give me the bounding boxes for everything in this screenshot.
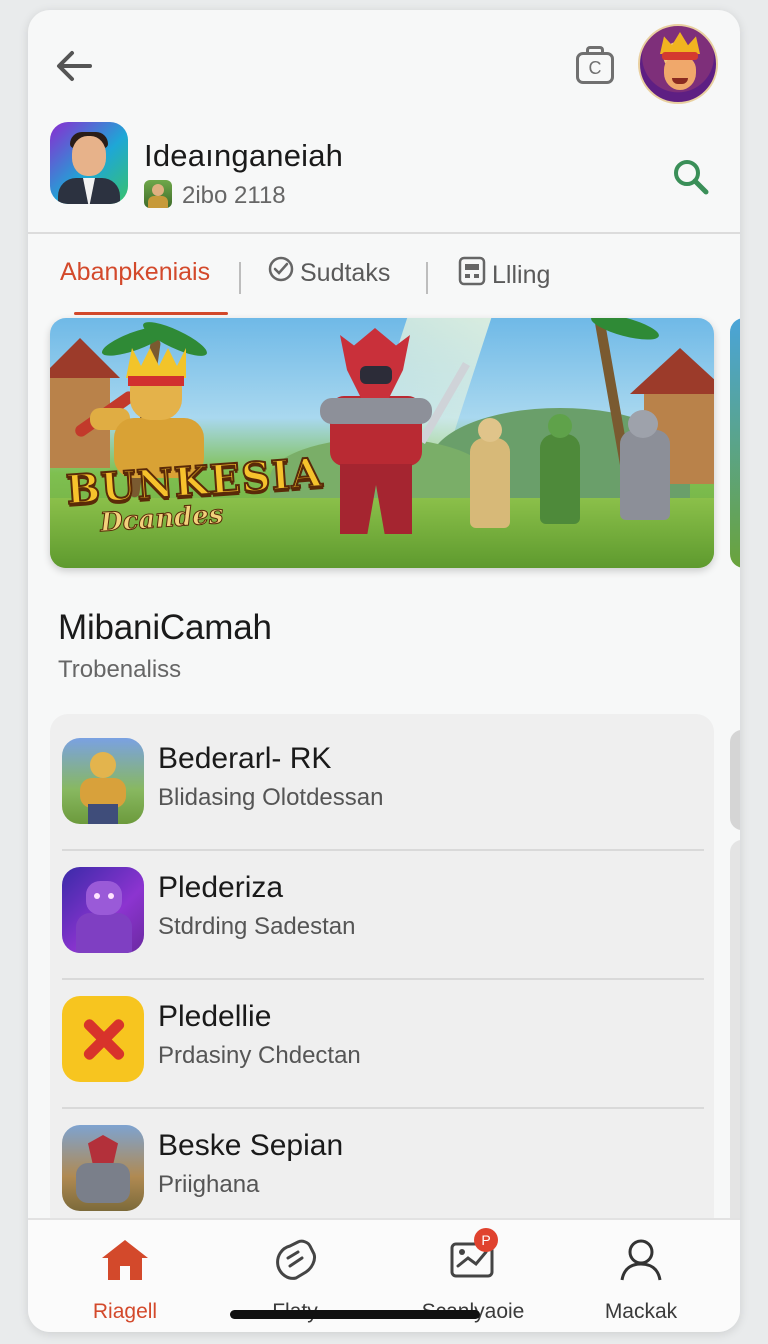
list-item[interactable]: Bederarl- RK Blidasing Olotdessan	[50, 722, 714, 851]
sand-warrior-character	[470, 418, 510, 528]
app-avatar	[50, 122, 128, 204]
next-card-peek	[730, 840, 740, 1230]
close-x-icon	[62, 996, 144, 1082]
check-circle-icon	[268, 256, 294, 289]
tab-bar: Abanpkeniais Sudtaks Llling	[28, 250, 740, 320]
tablet-icon	[458, 256, 486, 293]
nav-mackak[interactable]: Mackak	[552, 1220, 730, 1332]
camera-icon[interactable]: C	[572, 44, 616, 90]
list-item[interactable]: Pledellie Prdasiny Chdectan	[50, 980, 714, 1109]
tab-label: Llling	[492, 261, 551, 290]
hand-icon	[268, 1236, 322, 1284]
tab-separator	[426, 262, 428, 294]
list-item-subtitle: Blidasing Olotdessan	[158, 784, 384, 811]
tab-llling[interactable]: Llling	[458, 256, 551, 295]
camera-glyph: C	[588, 58, 602, 78]
list-item-subtitle: Prdasiny Chdectan	[158, 1042, 361, 1069]
nav-home[interactable]: Riagell	[36, 1220, 214, 1332]
green-warrior-character	[540, 414, 580, 524]
grey-knight-character	[620, 410, 670, 520]
home-indicator[interactable]	[230, 1310, 480, 1319]
next-banner-peek[interactable]	[730, 318, 740, 568]
home-icon	[98, 1236, 152, 1284]
profile-sub-text: 2ibo 2118	[182, 182, 286, 209]
list-item[interactable]: Beske Sepian Priighana	[50, 1109, 714, 1234]
list-item-title: Bederarl- RK	[158, 742, 332, 775]
back-arrow-icon[interactable]	[52, 46, 96, 86]
active-tab-indicator	[74, 312, 228, 315]
search-icon[interactable]	[672, 158, 710, 196]
header-divider	[28, 232, 740, 234]
tab-separator	[239, 262, 241, 294]
tab-sudtaks[interactable]: Sudtaks	[268, 256, 391, 291]
game-list: Bederarl- RK Blidasing Olotdessan Pleder…	[50, 714, 714, 1234]
section-subtitle: Trobenaliss	[58, 656, 182, 683]
nav-label: Mackak	[604, 1300, 678, 1323]
app-screen: C Ideaınganeiah 2ibo 2118 Abanpkeniais S…	[28, 10, 740, 1332]
person-icon	[614, 1236, 668, 1284]
user-avatar[interactable]	[638, 24, 718, 104]
game-icon	[62, 867, 144, 953]
nav-label: Riagell	[92, 1300, 158, 1323]
list-item-subtitle: Priighana	[158, 1171, 260, 1198]
section-title: MibaniCamah	[58, 608, 272, 647]
notification-badge: P	[474, 1228, 498, 1252]
top-bar: C	[28, 10, 740, 120]
red-knight-character	[300, 328, 470, 548]
mini-avatar-icon	[144, 180, 172, 208]
game-icon	[62, 1125, 144, 1211]
next-card-peek	[730, 730, 740, 830]
list-item-title: Beske Sepian	[158, 1129, 344, 1162]
game-icon	[62, 738, 144, 824]
list-item-title: Pledellie	[158, 1000, 272, 1033]
list-item-title: Plederiza	[158, 871, 284, 904]
profile-name: Ideaınganeiah	[144, 138, 344, 173]
list-item-subtitle: Stdrding Sadestan	[158, 913, 356, 940]
tab-label: Sudtaks	[300, 259, 391, 288]
featured-game-banner[interactable]: BUNKESIA Dcandes	[50, 318, 714, 568]
list-item[interactable]: Plederiza Stdrding Sadestan	[50, 851, 714, 980]
tab-abanpkeniais[interactable]: Abanpkeniais	[60, 258, 210, 287]
app-profile: Ideaınganeiah 2ibo 2118	[28, 120, 740, 232]
